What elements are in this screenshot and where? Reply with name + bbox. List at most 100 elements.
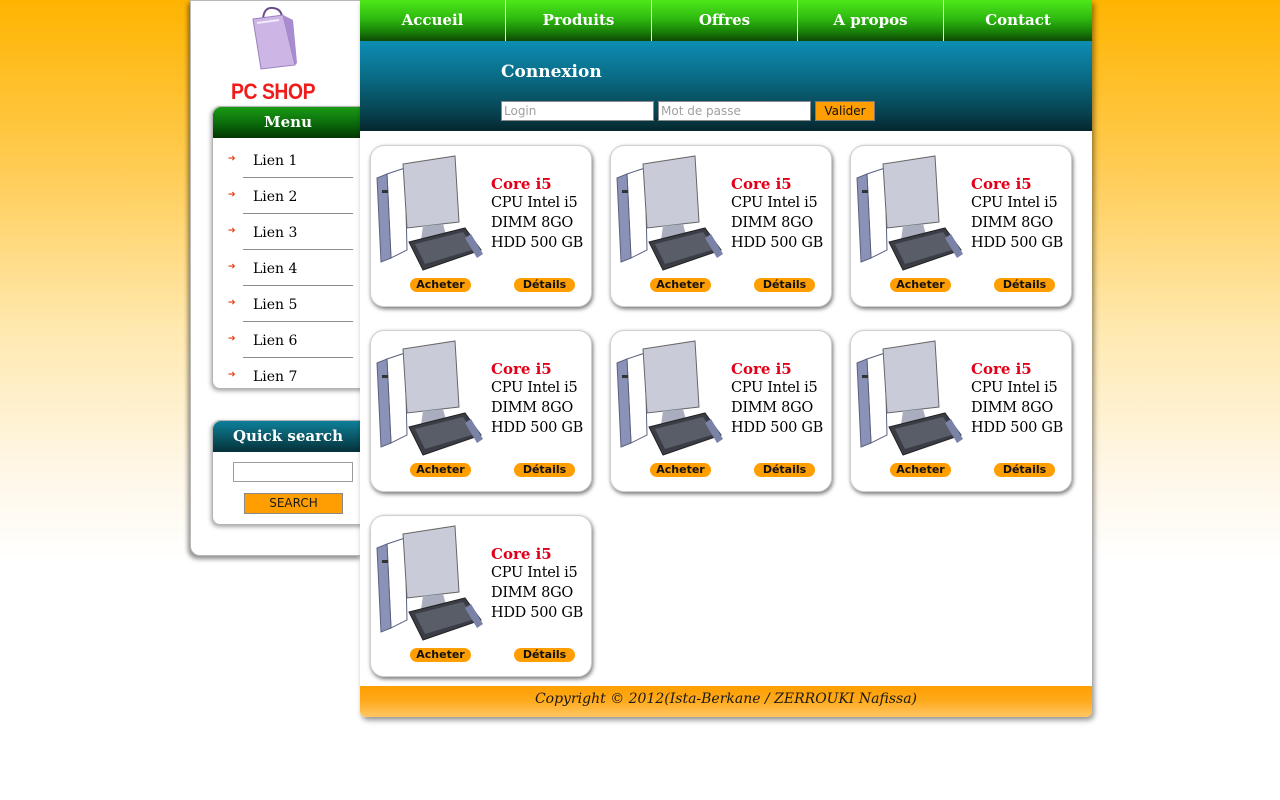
menu-item-lien-5[interactable]: ➔ Lien 5 <box>213 286 363 322</box>
footer-copyright: Copyright © 2012(Ista-Berkane / ZERROUKI… <box>360 686 1092 717</box>
menu-box: Menu ➔ Lien 1 ➔ Lien 2 ➔ Lien 3 ➔ Lien 4 <box>212 106 363 389</box>
desktop-computer-icon <box>373 339 485 459</box>
menu-item-lien-6[interactable]: ➔ Lien 6 <box>213 322 363 358</box>
product-card: Core i5 CPU Intel i5 DIMM 8GO HDD 500 GB Ach… <box>610 145 832 307</box>
product-spec-ram: DIMM 8GO <box>971 400 1053 416</box>
top-nav: Accueil Produits Offres A propos Contact <box>360 0 1092 41</box>
product-spec-cpu: CPU Intel i5 <box>731 195 818 211</box>
product-card: Core i5 CPU Intel i5 DIMM 8GO HDD 500 GB Ach… <box>370 145 592 307</box>
arrow-right-icon: ➔ <box>228 190 236 200</box>
product-spec-hdd: HDD 500 GB <box>971 420 1064 436</box>
product-title: Core i5 <box>971 360 1032 378</box>
arrow-right-icon: ➔ <box>228 370 236 380</box>
product-spec-cpu: CPU Intel i5 <box>971 195 1058 211</box>
shopping-bag-icon <box>252 6 297 70</box>
product-spec-ram: DIMM 8GO <box>491 585 573 601</box>
product-spec-hdd: HDD 500 GB <box>971 235 1064 251</box>
arrow-right-icon: ➔ <box>228 334 236 344</box>
details-button[interactable]: Détails <box>754 278 815 292</box>
nav-offres[interactable]: Offres <box>652 0 798 41</box>
details-button[interactable]: Détails <box>514 648 575 662</box>
buy-button[interactable]: Acheter <box>890 463 951 477</box>
desktop-computer-icon <box>613 339 725 459</box>
menu-item-lien-2[interactable]: ➔ Lien 2 <box>213 178 363 214</box>
main-content: Accueil Produits Offres A propos Contact… <box>360 0 1092 717</box>
product-spec-hdd: HDD 500 GB <box>491 235 584 251</box>
product-title: Core i5 <box>491 175 552 193</box>
menu-item-label[interactable]: Lien 4 <box>253 261 297 277</box>
desktop-computer-icon <box>853 154 965 274</box>
arrow-right-icon: ➔ <box>228 154 236 164</box>
menu-item-lien-3[interactable]: ➔ Lien 3 <box>213 214 363 250</box>
menu-title: Menu <box>213 107 363 138</box>
product-card: Core i5 CPU Intel i5 DIMM 8GO HDD 500 GB Ach… <box>850 145 1072 307</box>
menu-item-label[interactable]: Lien 5 <box>253 297 297 313</box>
buy-button[interactable]: Acheter <box>650 278 711 292</box>
details-button[interactable]: Détails <box>514 463 575 477</box>
product-card: Core i5 CPU Intel i5 DIMM 8GO HDD 500 GB Ach… <box>610 330 832 492</box>
product-spec-cpu: CPU Intel i5 <box>731 380 818 396</box>
product-spec-ram: DIMM 8GO <box>491 215 573 231</box>
quick-search-box: Quick search SEARCH <box>212 420 363 525</box>
desktop-computer-icon <box>853 339 965 459</box>
details-button[interactable]: Détails <box>994 278 1055 292</box>
login-title: Connexion <box>501 62 602 82</box>
left-sidebar: PC SHOP Menu ➔ Lien 1 ➔ Lien 2 ➔ Lien 3 … <box>190 0 363 556</box>
validate-button[interactable]: Valider <box>815 101 875 121</box>
product-spec-cpu: CPU Intel i5 <box>491 380 578 396</box>
menu-item-label[interactable]: Lien 3 <box>253 225 297 241</box>
login-field[interactable] <box>501 101 654 121</box>
product-spec-hdd: HDD 500 GB <box>731 235 824 251</box>
product-spec-ram: DIMM 8GO <box>731 400 813 416</box>
login-band: Connexion Valider <box>360 41 1092 131</box>
arrow-right-icon: ➔ <box>228 262 236 272</box>
product-spec-ram: DIMM 8GO <box>731 215 813 231</box>
product-spec-hdd: HDD 500 GB <box>731 420 824 436</box>
details-button[interactable]: Détails <box>754 463 815 477</box>
product-spec-ram: DIMM 8GO <box>971 215 1053 231</box>
nav-contact[interactable]: Contact <box>944 0 1092 41</box>
product-card: Core i5 CPU Intel i5 DIMM 8GO HDD 500 GB Ach… <box>370 330 592 492</box>
buy-button[interactable]: Acheter <box>650 463 711 477</box>
menu-list: ➔ Lien 1 ➔ Lien 2 ➔ Lien 3 ➔ Lien 4 ➔ Li… <box>213 138 363 394</box>
product-card: Core i5 CPU Intel i5 DIMM 8GO HDD 500 GB Ach… <box>850 330 1072 492</box>
menu-item-label[interactable]: Lien 2 <box>253 189 297 205</box>
arrow-right-icon: ➔ <box>228 298 236 308</box>
menu-item-lien-7[interactable]: ➔ Lien 7 <box>213 358 363 394</box>
product-spec-cpu: CPU Intel i5 <box>491 195 578 211</box>
product-title: Core i5 <box>971 175 1032 193</box>
menu-item-lien-4[interactable]: ➔ Lien 4 <box>213 250 363 286</box>
nav-produits[interactable]: Produits <box>506 0 652 41</box>
product-title: Core i5 <box>731 360 792 378</box>
desktop-computer-icon <box>373 524 485 644</box>
menu-item-label[interactable]: Lien 7 <box>253 369 297 385</box>
product-spec-ram: DIMM 8GO <box>491 400 573 416</box>
password-field[interactable] <box>658 101 811 121</box>
buy-button[interactable]: Acheter <box>410 648 471 662</box>
buy-button[interactable]: Acheter <box>410 278 471 292</box>
quick-search-title: Quick search <box>213 421 363 452</box>
search-input[interactable] <box>233 462 353 482</box>
product-title: Core i5 <box>491 545 552 563</box>
product-spec-hdd: HDD 500 GB <box>491 420 584 436</box>
arrow-right-icon: ➔ <box>228 226 236 236</box>
nav-a-propos[interactable]: A propos <box>798 0 944 41</box>
details-button[interactable]: Détails <box>994 463 1055 477</box>
logo-text[interactable]: PC SHOP <box>231 79 316 105</box>
menu-item-lien-1[interactable]: ➔ Lien 1 <box>213 142 363 178</box>
desktop-computer-icon <box>373 154 485 274</box>
buy-button[interactable]: Acheter <box>890 278 951 292</box>
desktop-computer-icon <box>613 154 725 274</box>
buy-button[interactable]: Acheter <box>410 463 471 477</box>
menu-item-label[interactable]: Lien 1 <box>253 153 297 169</box>
product-spec-cpu: CPU Intel i5 <box>971 380 1058 396</box>
product-title: Core i5 <box>491 360 552 378</box>
details-button[interactable]: Détails <box>514 278 575 292</box>
product-title: Core i5 <box>731 175 792 193</box>
product-spec-hdd: HDD 500 GB <box>491 605 584 621</box>
product-card: Core i5 CPU Intel i5 DIMM 8GO HDD 500 GB Ach… <box>370 515 592 677</box>
product-spec-cpu: CPU Intel i5 <box>491 565 578 581</box>
search-button[interactable]: SEARCH <box>244 493 343 514</box>
menu-item-label[interactable]: Lien 6 <box>253 333 297 349</box>
nav-accueil[interactable]: Accueil <box>360 0 506 41</box>
